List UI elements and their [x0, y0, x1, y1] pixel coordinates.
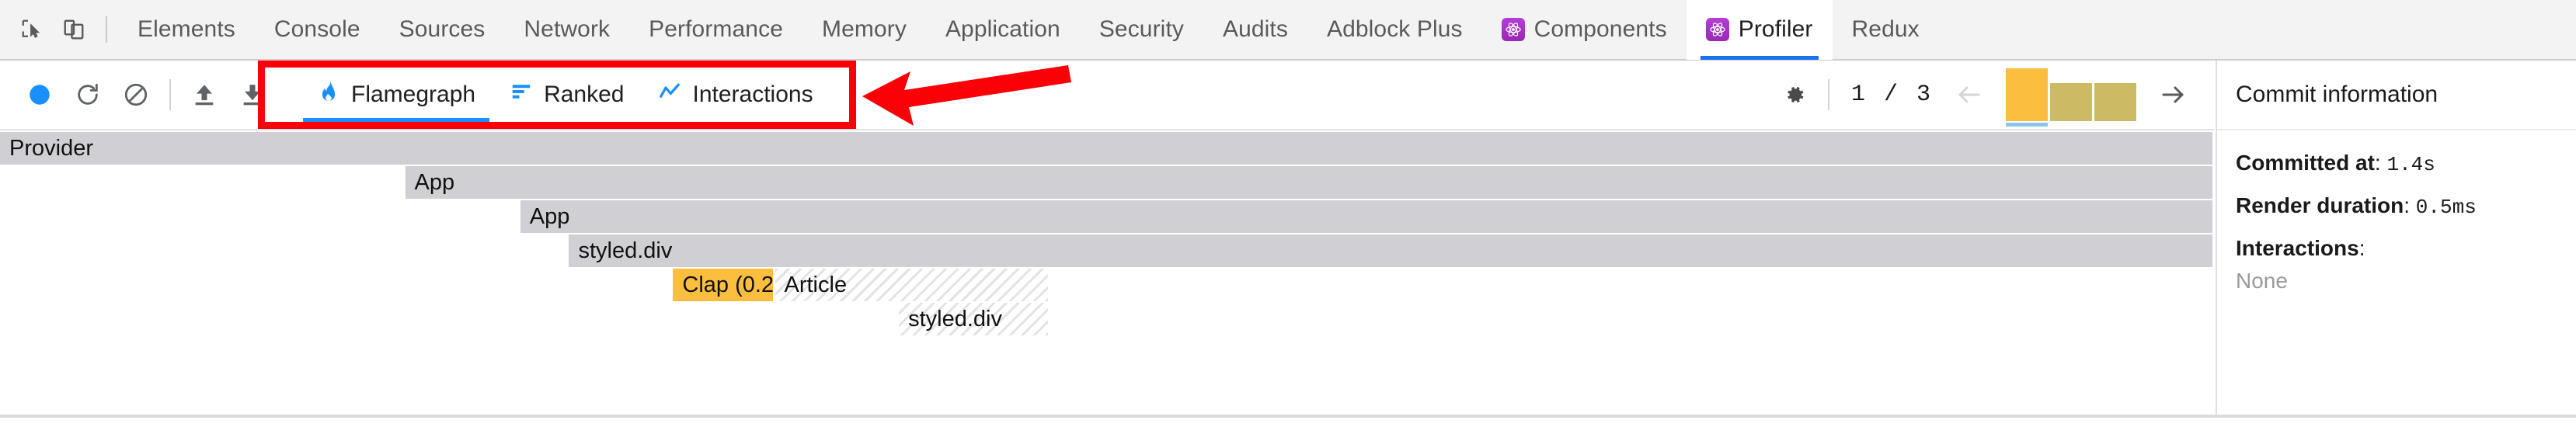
colon: :	[2358, 236, 2365, 260]
record-button[interactable]	[16, 71, 64, 119]
tab-flamegraph[interactable]: Flamegraph	[300, 61, 493, 129]
devtools-tab-label: Sources	[399, 16, 486, 42]
save-profile-button[interactable]	[228, 71, 277, 119]
toolbar-divider	[106, 16, 107, 43]
devtools-tab-application[interactable]: Application	[926, 0, 1080, 60]
devtools-tab-sources[interactable]: Sources	[380, 0, 505, 60]
devtools-tab-label: Redux	[1851, 16, 1920, 42]
devtools-tab-label: Performance	[649, 16, 783, 42]
devtools-tab-adblock-plus[interactable]: Adblock Plus	[1307, 0, 1482, 60]
devtools-tab-label: Components	[1533, 16, 1667, 42]
next-commit-button[interactable]	[2149, 71, 2197, 119]
colon: :	[2404, 193, 2416, 217]
flamegraph-chart: Provider App App styled.div Clap (0.2ms …	[0, 132, 2214, 411]
tab-ranked[interactable]: Ranked	[493, 61, 641, 129]
sidebar-body: Committed at: 1.4s Render duration: 0.5m…	[2217, 130, 2576, 293]
sidebar-title: Commit information	[2217, 61, 2576, 130]
devtools-tab-label: Audits	[1222, 16, 1288, 42]
devtools-tab-audits[interactable]: Audits	[1203, 0, 1307, 60]
profiler-toolbar-right: 1 / 3	[1770, 61, 2214, 129]
react-logo-icon	[1501, 18, 1525, 41]
flamegraph-node[interactable]: App	[405, 166, 2214, 199]
device-toolbar-icon[interactable]	[53, 9, 95, 50]
flamegraph-row: App	[0, 166, 2214, 199]
toolbar-divider	[1827, 79, 1829, 110]
render-duration-label: Render duration	[2236, 193, 2404, 217]
commit-bar[interactable]	[2094, 83, 2136, 121]
commit-bar[interactable]	[2050, 83, 2092, 121]
interactions-row: Interactions:	[2236, 236, 2557, 261]
tab-label: Flamegraph	[351, 82, 476, 107]
devtools-tab-label: Security	[1098, 16, 1184, 42]
flamegraph-node[interactable]: styled.div	[899, 303, 1050, 335]
flamegraph-row: Provider	[0, 132, 2214, 165]
flamegraph-row: Clap (0.2ms of ... Article	[0, 269, 2214, 301]
interactions-value: None	[2236, 269, 2288, 293]
tab-label: Interactions	[692, 82, 813, 107]
reload-and-profile-button[interactable]	[64, 71, 112, 119]
render-duration-row: Render duration: 0.5ms	[2236, 193, 2557, 219]
devtools-tab-label: Elements	[138, 16, 235, 42]
committed-at-row: Committed at: 1.4s	[2236, 151, 2557, 176]
flamegraph-node[interactable]: Article	[775, 269, 1050, 301]
flamegraph-node[interactable]: Provider	[0, 132, 2214, 165]
devtools-tab-label: Network	[524, 16, 611, 42]
flame-icon	[317, 80, 340, 109]
commit-bar-chart	[2006, 68, 2136, 127]
devtools-tab-elements[interactable]: Elements	[118, 0, 255, 60]
flamegraph-node[interactable]: styled.div	[569, 234, 2214, 267]
bottom-divider	[0, 415, 2576, 418]
line-chart-icon	[658, 80, 681, 109]
flamegraph-node[interactable]: Clap (0.2ms of ...	[673, 269, 775, 301]
inspect-element-icon[interactable]	[11, 9, 53, 50]
load-profile-button[interactable]	[180, 71, 228, 119]
flamegraph-row: App	[0, 200, 2214, 233]
devtools-tab-console[interactable]: Console	[255, 0, 380, 60]
devtools-tab-redux[interactable]: Redux	[1833, 0, 1939, 60]
devtools-tab-profiler[interactable]: Profiler	[1686, 0, 1833, 60]
devtools-tab-memory[interactable]: Memory	[802, 0, 926, 60]
profiler-view-tabs: Flamegraph Ranked Interactions	[300, 61, 830, 129]
devtools-tab-label: Profiler	[1738, 16, 1813, 42]
devtools-tab-label: Application	[945, 16, 1060, 42]
settings-gear-button[interactable]	[1770, 71, 1819, 119]
flamegraph-node[interactable]: App	[520, 200, 2214, 233]
interactions-label: Interactions	[2236, 236, 2359, 260]
devtools-tab-label: Adblock Plus	[1326, 16, 1463, 42]
clear-profiling-data-button[interactable]	[112, 71, 160, 119]
tab-interactions[interactable]: Interactions	[641, 61, 830, 129]
devtools-tab-components[interactable]: Components	[1482, 0, 1687, 60]
committed-at-label: Committed at	[2236, 151, 2375, 175]
previous-commit-button[interactable]	[1945, 71, 1993, 119]
devtools-tab-bar: Elements Console Sources Network Perform…	[0, 0, 2576, 61]
devtools-tab-security[interactable]: Security	[1080, 0, 1203, 60]
toolbar-divider	[169, 79, 171, 110]
flamegraph-row: styled.div	[0, 234, 2214, 267]
commit-information-sidebar: Commit information Committed at: 1.4s Re…	[2216, 61, 2576, 415]
colon: :	[2374, 151, 2387, 175]
devtools-tab-performance[interactable]: Performance	[629, 0, 802, 60]
flamegraph-row: styled.div	[0, 303, 2214, 335]
react-logo-icon	[1705, 18, 1729, 41]
profiler-toolbar: Flamegraph Ranked Interactions 1 / 3	[0, 61, 2214, 130]
render-duration-value: 0.5ms	[2415, 196, 2477, 219]
devtools-tab-label: Memory	[821, 16, 907, 42]
devtools-tab-label: Console	[273, 16, 360, 42]
commit-counter: 1 / 3	[1850, 82, 1933, 108]
commit-bar[interactable]	[2006, 68, 2048, 127]
react-devtools-profiler-screenshot: Elements Console Sources Network Perform…	[0, 0, 2576, 427]
devtools-tab-network[interactable]: Network	[504, 0, 629, 60]
committed-at-value: 1.4s	[2386, 153, 2435, 176]
bar-chart-icon	[510, 80, 533, 109]
tab-label: Ranked	[544, 82, 625, 107]
